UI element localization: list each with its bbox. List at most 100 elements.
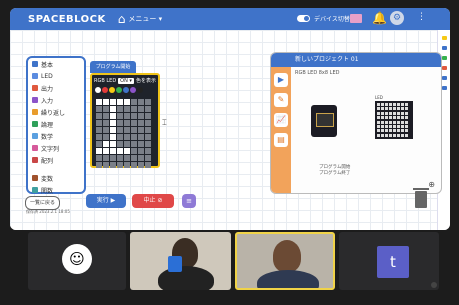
led-cell[interactable] xyxy=(117,106,123,112)
category-item[interactable]: 配列 xyxy=(28,154,84,166)
led-cell[interactable] xyxy=(145,141,151,147)
back-to-list-button[interactable]: 一覧に戻る xyxy=(25,196,61,210)
led-cell[interactable] xyxy=(131,134,137,140)
led-cell[interactable] xyxy=(145,148,151,154)
led-cell[interactable] xyxy=(117,120,123,126)
led-cell[interactable] xyxy=(110,162,116,168)
led-cell[interactable] xyxy=(138,141,144,147)
led-cell[interactable] xyxy=(117,148,123,154)
category-item[interactable]: 文字列 xyxy=(28,142,84,154)
led-cell[interactable] xyxy=(145,120,151,126)
tool-icon[interactable] xyxy=(441,66,447,70)
led-cell[interactable] xyxy=(145,162,151,168)
palette-swatch[interactable] xyxy=(123,87,129,93)
led-cell[interactable] xyxy=(117,113,123,119)
led-cell[interactable] xyxy=(145,113,151,119)
tool-icon[interactable] xyxy=(441,36,447,40)
led-cell[interactable] xyxy=(103,99,109,105)
led-cell[interactable] xyxy=(96,120,102,126)
led-cell[interactable] xyxy=(124,120,130,126)
led-cell[interactable] xyxy=(124,162,130,168)
tool-icon[interactable] xyxy=(441,56,447,60)
category-item[interactable]: 出力 xyxy=(28,82,84,94)
category-item[interactable]: LED xyxy=(28,70,84,82)
led-cell[interactable] xyxy=(124,99,130,105)
category-item[interactable]: 数学 xyxy=(28,130,84,142)
led-cell[interactable] xyxy=(131,113,137,119)
tool-icon[interactable] xyxy=(441,86,447,90)
led-cell[interactable] xyxy=(138,134,144,140)
led-cell[interactable] xyxy=(117,99,123,105)
edit-icon[interactable]: ✎ xyxy=(274,93,288,107)
play-icon[interactable]: ▶ xyxy=(274,73,288,87)
led-cell[interactable] xyxy=(131,141,137,147)
mail-icon[interactable] xyxy=(350,14,362,23)
led-cell[interactable] xyxy=(110,127,116,133)
led-cell[interactable] xyxy=(131,148,137,154)
participant-tile[interactable]: ☺ xyxy=(28,232,126,290)
device-toggle[interactable] xyxy=(297,15,310,22)
led-cell[interactable] xyxy=(145,155,151,161)
led-cell[interactable] xyxy=(131,106,137,112)
palette-swatch[interactable] xyxy=(95,87,101,93)
led-cell[interactable] xyxy=(124,127,130,133)
led-cell[interactable] xyxy=(96,134,102,140)
trash-icon[interactable] xyxy=(413,188,429,208)
led-cell[interactable] xyxy=(110,141,116,147)
palette-swatch[interactable] xyxy=(102,87,108,93)
led-cell[interactable] xyxy=(138,120,144,126)
tool-icon[interactable] xyxy=(441,76,447,80)
participant-tile[interactable] xyxy=(130,232,231,290)
palette-swatch[interactable] xyxy=(116,87,122,93)
palette-swatch[interactable] xyxy=(130,87,136,93)
led-cell[interactable] xyxy=(96,127,102,133)
led-cell[interactable] xyxy=(96,106,102,112)
participant-tile-active[interactable] xyxy=(235,232,335,290)
led-cell[interactable] xyxy=(103,127,109,133)
led-cell[interactable] xyxy=(131,99,137,105)
led-cell[interactable] xyxy=(138,148,144,154)
category-item[interactable]: 繰り返し xyxy=(28,106,84,118)
led-cell[interactable] xyxy=(117,155,123,161)
led-cell[interactable] xyxy=(103,148,109,154)
menu-icon[interactable]: ≡ xyxy=(182,194,196,208)
led-cell[interactable] xyxy=(124,106,130,112)
led-cell[interactable] xyxy=(117,127,123,133)
led-cell[interactable] xyxy=(110,106,116,112)
led-cell[interactable] xyxy=(117,162,123,168)
category-item[interactable]: 入力 xyxy=(28,94,84,106)
led-cell[interactable] xyxy=(117,141,123,147)
led-cell[interactable] xyxy=(124,148,130,154)
led-cell[interactable] xyxy=(96,148,102,154)
led-cell[interactable] xyxy=(131,120,137,126)
category-item[interactable]: 変数 xyxy=(28,172,84,184)
led-cell[interactable] xyxy=(110,155,116,161)
led-cell[interactable] xyxy=(110,113,116,119)
led-cell[interactable] xyxy=(103,134,109,140)
led-cell[interactable] xyxy=(145,134,151,140)
led-cell[interactable] xyxy=(103,141,109,147)
document-icon[interactable]: ▤ xyxy=(274,133,288,147)
led-cell[interactable] xyxy=(124,155,130,161)
category-item[interactable]: 論理 xyxy=(28,118,84,130)
led-matrix-editor[interactable] xyxy=(96,99,151,168)
gear-icon[interactable]: ⚙ xyxy=(390,11,404,25)
led-cell[interactable] xyxy=(145,106,151,112)
home-button[interactable]: ⌂ メニュー ▾ xyxy=(118,12,162,26)
led-cell[interactable] xyxy=(124,134,130,140)
led-cell[interactable] xyxy=(138,99,144,105)
participant-tile[interactable]: t xyxy=(339,232,439,290)
led-cell[interactable] xyxy=(110,99,116,105)
bell-icon[interactable]: 🔔 xyxy=(372,11,387,25)
run-button[interactable]: 実行 ▶ xyxy=(86,194,126,208)
category-item[interactable]: 関数 xyxy=(28,184,84,196)
led-cell[interactable] xyxy=(103,113,109,119)
led-cell[interactable] xyxy=(103,106,109,112)
led-cell[interactable] xyxy=(117,134,123,140)
menu-label[interactable]: メニュー ▾ xyxy=(128,14,162,24)
led-cell[interactable] xyxy=(138,162,144,168)
led-cell[interactable] xyxy=(110,148,116,154)
led-cell[interactable] xyxy=(103,120,109,126)
led-cell[interactable] xyxy=(138,127,144,133)
led-cell[interactable] xyxy=(103,155,109,161)
